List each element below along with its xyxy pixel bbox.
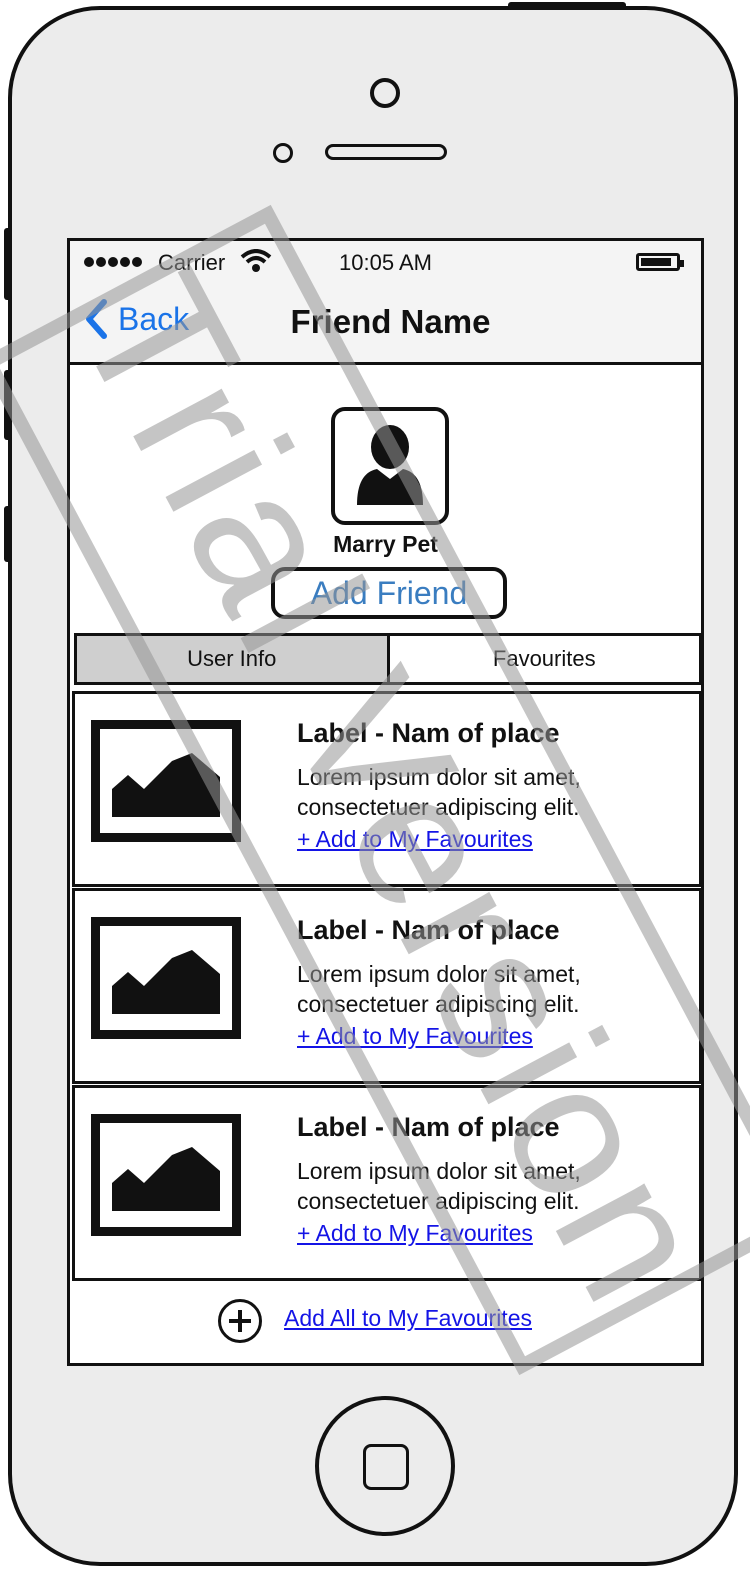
footer-actions: Add All to My Favourites xyxy=(70,1283,701,1363)
image-placeholder-icon xyxy=(91,1114,241,1236)
home-square-icon xyxy=(363,1444,409,1490)
status-time: 10:05 AM xyxy=(339,250,432,275)
navigation-bar: Back Friend Name xyxy=(70,281,701,365)
status-bar: Carrier 10:05 AM xyxy=(70,241,701,281)
place-title: Label - Nam of place xyxy=(297,718,560,748)
segmented-tabs: User Info Favourites xyxy=(74,633,701,685)
page-title: Friend Name xyxy=(290,303,491,340)
list-item: Label - Nam of place Lorem ipsum dolor s… xyxy=(72,888,701,1084)
add-to-favourites-link[interactable]: + Add to My Favourites xyxy=(297,1023,533,1050)
earpiece-speaker xyxy=(325,144,447,160)
plus-circle-icon[interactable] xyxy=(218,1299,262,1343)
mute-switch xyxy=(4,228,12,300)
place-description: Lorem ipsum dolor sit amet, consectetuer… xyxy=(297,764,581,820)
volume-up-button xyxy=(4,370,12,440)
volume-down-button xyxy=(4,506,12,562)
add-to-favourites-link[interactable]: + Add to My Favourites xyxy=(297,826,533,853)
place-title: Label - Nam of place xyxy=(297,1112,560,1142)
battery-icon xyxy=(636,253,684,271)
home-button[interactable] xyxy=(315,1396,455,1536)
place-description: Lorem ipsum dolor sit amet, consectetuer… xyxy=(297,961,581,1017)
list-item: Label - Nam of place Lorem ipsum dolor s… xyxy=(72,1085,701,1281)
power-button xyxy=(508,2,626,10)
place-description: Lorem ipsum dolor sit amet, consectetuer… xyxy=(297,1158,581,1214)
image-placeholder-icon xyxy=(91,917,241,1039)
add-friend-button[interactable]: Add Friend xyxy=(271,567,507,619)
screen: Carrier 10:05 AM Back Friend Name Marry … xyxy=(67,238,704,1366)
add-to-favourites-link[interactable]: + Add to My Favourites xyxy=(297,1220,533,1247)
proximity-sensor xyxy=(273,143,293,163)
tab-favourites[interactable]: Favourites xyxy=(390,636,700,682)
image-placeholder-icon xyxy=(91,720,241,842)
add-all-to-favourites-link[interactable]: Add All to My Favourites xyxy=(284,1305,532,1332)
friend-name: Marry Pet xyxy=(333,531,438,557)
tab-user-info[interactable]: User Info xyxy=(77,636,390,682)
phone-frame: Carrier 10:05 AM Back Friend Name Marry … xyxy=(4,2,738,1566)
front-camera xyxy=(370,78,400,108)
list-item: Label - Nam of place Lorem ipsum dolor s… xyxy=(72,691,701,887)
user-avatar-icon xyxy=(331,407,449,525)
place-title: Label - Nam of place xyxy=(297,915,560,945)
